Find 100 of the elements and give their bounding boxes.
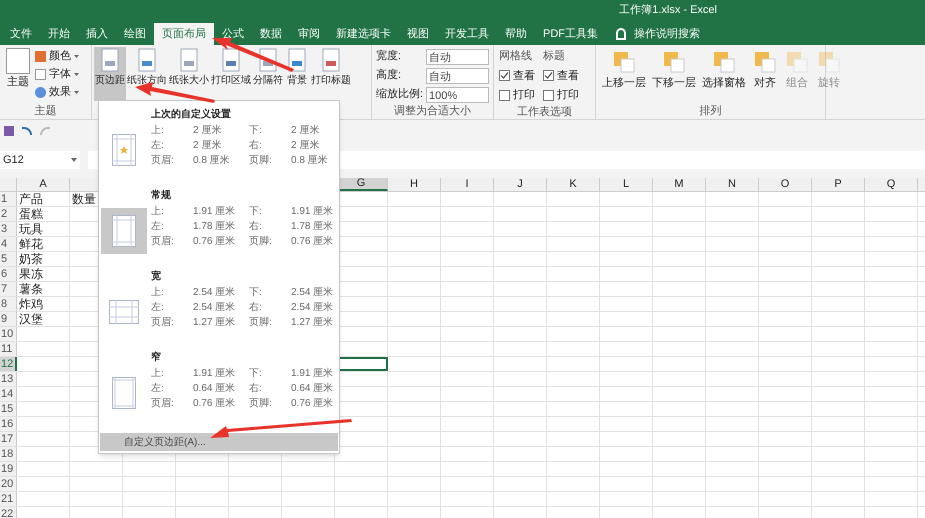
column-header[interactable]: I bbox=[441, 178, 494, 191]
margin-value: 2 厘米 bbox=[291, 138, 320, 153]
column-header[interactable]: A bbox=[17, 178, 70, 191]
margin-preset[interactable]: 宽 上: 2.54 厘米 下: 2.54 厘米 左: 2.54 厘米 右: 2.54 厘米 页眉: 1.27 厘米 页脚: 1.27 厘米 bbox=[99, 269, 339, 350]
save-icon bbox=[4, 126, 14, 136]
theme-option-button[interactable]: 效果 bbox=[35, 84, 79, 100]
ribbon-tab[interactable]: 页面布局 bbox=[154, 23, 214, 45]
ribbon-tab[interactable]: 帮助 bbox=[497, 23, 535, 45]
ribbon-tab[interactable]: 公式 bbox=[214, 23, 252, 45]
ribbon-tab[interactable]: 开始 bbox=[40, 23, 78, 45]
checkbox[interactable] bbox=[499, 70, 510, 82]
row-header[interactable]: 1 bbox=[0, 192, 17, 206]
margin-label: 页眉: bbox=[151, 397, 175, 411]
table-cell: 奶茶 bbox=[17, 252, 70, 266]
row-header[interactable]: 2 bbox=[0, 207, 17, 221]
themes-button[interactable]: 主题 bbox=[4, 48, 32, 90]
column-header[interactable]: P bbox=[812, 178, 865, 191]
margin-value: 0.64 厘米 bbox=[291, 382, 334, 396]
column-header[interactable]: O bbox=[759, 178, 812, 191]
row-header[interactable]: 14 bbox=[0, 387, 17, 401]
ribbon-tab[interactable]: 开发工具 bbox=[437, 23, 497, 45]
row-header[interactable]: 20 bbox=[0, 477, 17, 491]
row-header[interactable]: 12 bbox=[0, 357, 17, 371]
row-header[interactable]: 17 bbox=[0, 432, 17, 446]
group-label: 主题 bbox=[34, 104, 58, 119]
row-header[interactable]: 5 bbox=[0, 252, 17, 266]
row-header[interactable]: 21 bbox=[0, 492, 17, 506]
option-heading: 网格线 bbox=[499, 49, 533, 64]
margin-value: 0.8 厘米 bbox=[193, 154, 231, 168]
ribbon-button[interactable]: 上移一层 bbox=[599, 49, 649, 92]
redo-icon bbox=[40, 127, 50, 135]
ribbon-button[interactable]: 下移一层 bbox=[649, 49, 699, 92]
row-header[interactable]: 16 bbox=[0, 417, 17, 431]
option-heading: 标题 bbox=[543, 49, 566, 64]
layer-icon bbox=[752, 49, 778, 75]
row-header[interactable]: 10 bbox=[0, 327, 17, 341]
ribbon-tab[interactable]: 文件 bbox=[2, 23, 40, 45]
margin-label: 下: bbox=[249, 367, 263, 381]
input-field[interactable]: 自动 bbox=[426, 68, 489, 84]
margin-label: 右: bbox=[249, 382, 263, 396]
input-field[interactable]: 100% bbox=[426, 86, 489, 102]
ribbon-tab[interactable]: 绘图 bbox=[116, 23, 154, 45]
row-header[interactable]: 19 bbox=[0, 462, 17, 476]
custom-margins-item[interactable]: 自定义页边距(A)... bbox=[100, 433, 338, 451]
layer-icon bbox=[661, 49, 687, 75]
checkbox[interactable] bbox=[543, 90, 554, 101]
column-header[interactable]: K bbox=[547, 178, 600, 191]
margin-label: 上: bbox=[151, 124, 165, 138]
row-header[interactable]: 18 bbox=[0, 447, 17, 461]
field-label: 缩放比例: bbox=[376, 86, 424, 102]
row-header[interactable]: 8 bbox=[0, 297, 17, 311]
table-cell: 玩具 bbox=[17, 222, 70, 236]
column-header[interactable]: L bbox=[600, 178, 653, 191]
preset-name: 宽 bbox=[151, 269, 162, 284]
lightbulb-icon bbox=[616, 28, 626, 40]
layer-icon bbox=[784, 49, 810, 75]
row-header[interactable]: 15 bbox=[0, 402, 17, 416]
column-header[interactable]: M bbox=[653, 178, 706, 191]
column-header[interactable]: N bbox=[706, 178, 759, 191]
checkbox[interactable] bbox=[543, 70, 554, 82]
ribbon-button[interactable]: 对齐 bbox=[749, 49, 781, 92]
theme-option-button[interactable]: 颜色 bbox=[35, 48, 79, 64]
ribbon-button[interactable]: 打印标题 bbox=[310, 47, 352, 101]
caret-icon bbox=[74, 90, 79, 94]
ribbon-tab[interactable]: 数据 bbox=[252, 23, 290, 45]
margin-value: 2.54 厘米 bbox=[193, 286, 236, 300]
name-box[interactable]: G12 bbox=[0, 151, 80, 169]
ribbon-tab[interactable]: 审阅 bbox=[290, 23, 328, 45]
checkbox[interactable] bbox=[499, 90, 510, 101]
ribbon-tab[interactable]: 新建选项卡 bbox=[328, 23, 399, 45]
margin-value: 1.78 厘米 bbox=[291, 220, 334, 234]
column-header[interactable]: H bbox=[388, 178, 441, 191]
ribbon-tab[interactable]: 插入 bbox=[78, 23, 116, 45]
column-header[interactable]: J bbox=[494, 178, 547, 191]
margin-label: 左: bbox=[151, 220, 165, 234]
theme-option-button[interactable]: 字体 bbox=[35, 66, 79, 82]
row-header[interactable]: 13 bbox=[0, 372, 17, 386]
margin-label: 下: bbox=[249, 124, 263, 138]
checkbox-label: 查看 bbox=[557, 68, 579, 84]
margin-value: 1.78 厘米 bbox=[193, 220, 236, 234]
row-header[interactable]: 22 bbox=[0, 507, 17, 518]
ribbon-button[interactable]: 页边距 bbox=[94, 47, 126, 101]
row-header[interactable]: 3 bbox=[0, 222, 17, 236]
row-header[interactable]: 7 bbox=[0, 282, 17, 296]
row-header[interactable]: 9 bbox=[0, 312, 17, 326]
row-header[interactable]: 6 bbox=[0, 267, 17, 281]
row-header[interactable]: 11 bbox=[0, 342, 17, 356]
page-icon bbox=[112, 377, 136, 409]
ribbon-tab[interactable]: PDF工具集 bbox=[535, 23, 606, 45]
theme-icon bbox=[6, 48, 30, 74]
row-header[interactable]: 4 bbox=[0, 237, 17, 251]
ribbon-tab[interactable]: 视图 bbox=[399, 23, 437, 45]
margin-value: 2.54 厘米 bbox=[291, 300, 334, 315]
margin-value: 2.54 厘米 bbox=[193, 300, 236, 315]
column-header[interactable]: Q bbox=[865, 178, 918, 191]
ribbon-button[interactable]: 选择窗格 bbox=[699, 49, 749, 92]
table-cell: 鲜花 bbox=[17, 237, 70, 251]
margin-value: 2 厘米 bbox=[193, 138, 222, 153]
tell-me-search[interactable]: 操作说明搜索 bbox=[626, 23, 708, 45]
input-field[interactable]: 自动 bbox=[426, 48, 489, 64]
